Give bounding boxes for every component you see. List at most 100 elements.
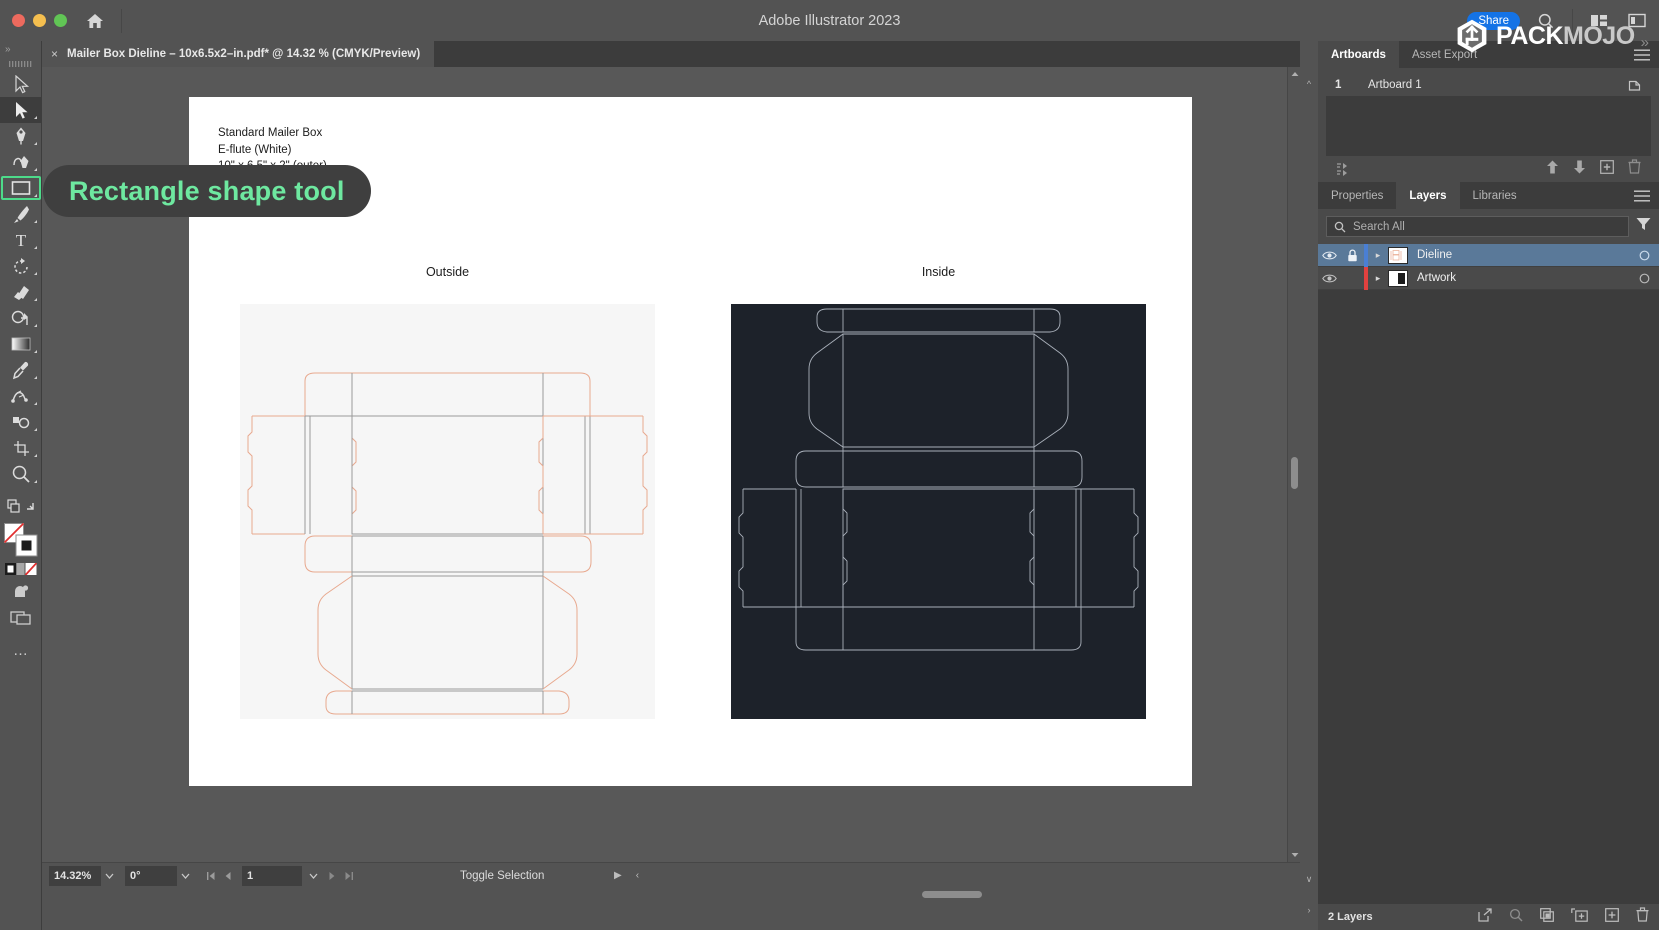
release-to-layers-icon[interactable] xyxy=(1478,907,1492,927)
change-screen-mode-icon[interactable] xyxy=(0,578,42,604)
screen-mode-frames-icon[interactable] xyxy=(0,604,42,630)
color-mode-swatches[interactable] xyxy=(0,560,42,578)
zoom-dropdown-icon[interactable] xyxy=(101,873,118,879)
layer-row-artwork[interactable]: ▸ Artwork xyxy=(1318,266,1659,290)
document-tab-label: Mailer Box Dieline – 10x6.5x2–in.pdf* @ … xyxy=(67,48,421,60)
home-icon[interactable] xyxy=(83,9,107,33)
shape-builder-tool[interactable] xyxy=(0,305,42,331)
minimize-window-button[interactable] xyxy=(33,14,46,27)
vertical-scroll-thumb[interactable] xyxy=(1291,457,1298,489)
search-icon[interactable] xyxy=(1534,9,1558,33)
tools-collapse-toggle[interactable]: » xyxy=(0,41,41,57)
eraser-tool[interactable] xyxy=(0,279,42,305)
layers-search-row: Search All xyxy=(1318,209,1659,244)
layers-panel-menu-icon[interactable] xyxy=(1634,182,1650,209)
tools-panel: » T … xyxy=(0,41,42,930)
search-placeholder: Search All xyxy=(1353,220,1405,233)
fill-stroke-swatches[interactable] xyxy=(0,520,42,560)
panel-collapse-up-icon[interactable]: ^ xyxy=(1300,69,1318,99)
panel-menu-icon[interactable] xyxy=(1634,41,1650,68)
titlebar-divider-2 xyxy=(1572,8,1573,33)
close-icon[interactable]: × xyxy=(51,48,58,60)
gradient-tool[interactable] xyxy=(0,331,42,357)
panel-expand-right-icon[interactable]: › xyxy=(1300,895,1318,925)
dieline-inside[interactable] xyxy=(731,304,1146,719)
zoom-tool[interactable] xyxy=(0,461,42,487)
horizontal-scroll-thumb[interactable] xyxy=(922,891,982,898)
dieline-outside[interactable] xyxy=(240,304,655,719)
search-icon xyxy=(1334,221,1346,232)
layer-name-dieline[interactable]: Dieline xyxy=(1417,249,1629,261)
tool-group-indicator xyxy=(34,194,37,197)
move-up-icon[interactable] xyxy=(1546,160,1559,179)
close-window-button[interactable] xyxy=(12,14,25,27)
arrange-swap-icon[interactable] xyxy=(0,494,42,520)
zoom-level-field[interactable]: 14.32% xyxy=(49,865,101,886)
symbol-sprayer-tool[interactable] xyxy=(0,409,42,435)
rotate-tool[interactable] xyxy=(0,253,42,279)
layer-name-artwork[interactable]: Artwork xyxy=(1417,272,1629,284)
curvature-tool[interactable] xyxy=(0,149,42,175)
last-artboard-icon[interactable] xyxy=(342,867,356,885)
pen-tool[interactable] xyxy=(0,123,42,149)
previous-artboard-icon[interactable] xyxy=(221,867,235,885)
lock-icon[interactable] xyxy=(1341,248,1364,262)
new-artboard-icon[interactable] xyxy=(1600,159,1614,179)
canvas-horizontal-scrollbar[interactable] xyxy=(42,888,1300,930)
traffic-lights xyxy=(12,14,67,27)
rotation-dropdown-icon[interactable] xyxy=(177,873,194,879)
tools-drag-handle[interactable] xyxy=(0,57,41,71)
next-artboard-icon[interactable] xyxy=(325,867,339,885)
delete-selection-icon[interactable] xyxy=(1636,907,1649,927)
arrange-documents-icon[interactable] xyxy=(1587,9,1611,33)
selection-tool[interactable] xyxy=(0,71,42,97)
artboard-tool[interactable] xyxy=(0,435,42,461)
move-down-icon[interactable] xyxy=(1573,160,1586,179)
panel-collapse-down-icon[interactable]: ∨ xyxy=(1300,864,1318,894)
create-new-sublayer-icon[interactable] xyxy=(1571,907,1588,927)
expand-layer-icon[interactable]: ▸ xyxy=(1368,250,1388,261)
tab-properties[interactable]: Properties xyxy=(1318,182,1396,209)
first-artboard-icon[interactable] xyxy=(204,867,218,885)
play-icon[interactable]: ▶ xyxy=(614,870,622,881)
create-new-layer-icon[interactable] xyxy=(1605,907,1619,927)
eyedropper-tool[interactable] xyxy=(0,357,42,383)
delete-artboard-icon[interactable] xyxy=(1628,159,1641,179)
rectangle-shape-tool[interactable] xyxy=(0,175,42,201)
search-input[interactable]: Search All xyxy=(1326,216,1629,237)
tab-libraries[interactable]: Libraries xyxy=(1460,182,1530,209)
tool-group-indicator xyxy=(34,428,37,431)
artboards-list[interactable]: 1 Artboard 1 xyxy=(1326,74,1651,156)
visibility-eye-icon[interactable] xyxy=(1318,273,1341,284)
tab-asset-export[interactable]: Asset Export xyxy=(1399,41,1490,68)
workspace-switcher-icon[interactable] xyxy=(1625,9,1649,33)
locate-object-icon[interactable] xyxy=(1509,908,1523,927)
titlebar-actions: Share xyxy=(1467,0,1649,41)
type-tool[interactable]: T xyxy=(0,227,42,253)
direct-selection-tool[interactable] xyxy=(0,97,42,123)
canvas-vertical-scrollbar[interactable] xyxy=(1287,67,1300,862)
artboard-dropdown-icon[interactable] xyxy=(305,873,322,879)
artboard-row[interactable]: 1 Artboard 1 xyxy=(1326,74,1651,97)
artboard-number-field[interactable]: 1 xyxy=(242,865,302,886)
back-chevron-icon[interactable]: ‹ xyxy=(636,870,639,881)
layer-row-dieline[interactable]: ▸ Dieline xyxy=(1318,243,1659,267)
filter-funnel-icon[interactable] xyxy=(1636,217,1651,236)
tab-artboards[interactable]: Artboards xyxy=(1318,41,1399,68)
visibility-eye-icon[interactable] xyxy=(1318,250,1341,261)
maximize-window-button[interactable] xyxy=(54,14,67,27)
make-clipping-mask-icon[interactable] xyxy=(1540,907,1554,927)
document-tab[interactable]: × Mailer Box Dieline – 10x6.5x2–in.pdf* … xyxy=(42,41,435,67)
expand-layer-icon[interactable]: ▸ xyxy=(1368,273,1388,284)
rotation-field[interactable]: 0° xyxy=(125,865,177,886)
layer-target-circle-icon[interactable] xyxy=(1629,273,1659,284)
move-artboard-icon[interactable] xyxy=(1336,162,1353,176)
layer-target-circle-icon[interactable] xyxy=(1629,250,1659,261)
edit-toolbar-ellipsis-icon[interactable]: … xyxy=(0,637,42,663)
share-button[interactable]: Share xyxy=(1467,11,1520,30)
artboard-options-icon[interactable] xyxy=(1617,78,1651,93)
blend-tool[interactable] xyxy=(0,383,42,409)
artboard-name[interactable]: Artboard 1 xyxy=(1368,79,1617,91)
paintbrush-tool[interactable] xyxy=(0,201,42,227)
tab-layers[interactable]: Layers xyxy=(1396,182,1460,209)
